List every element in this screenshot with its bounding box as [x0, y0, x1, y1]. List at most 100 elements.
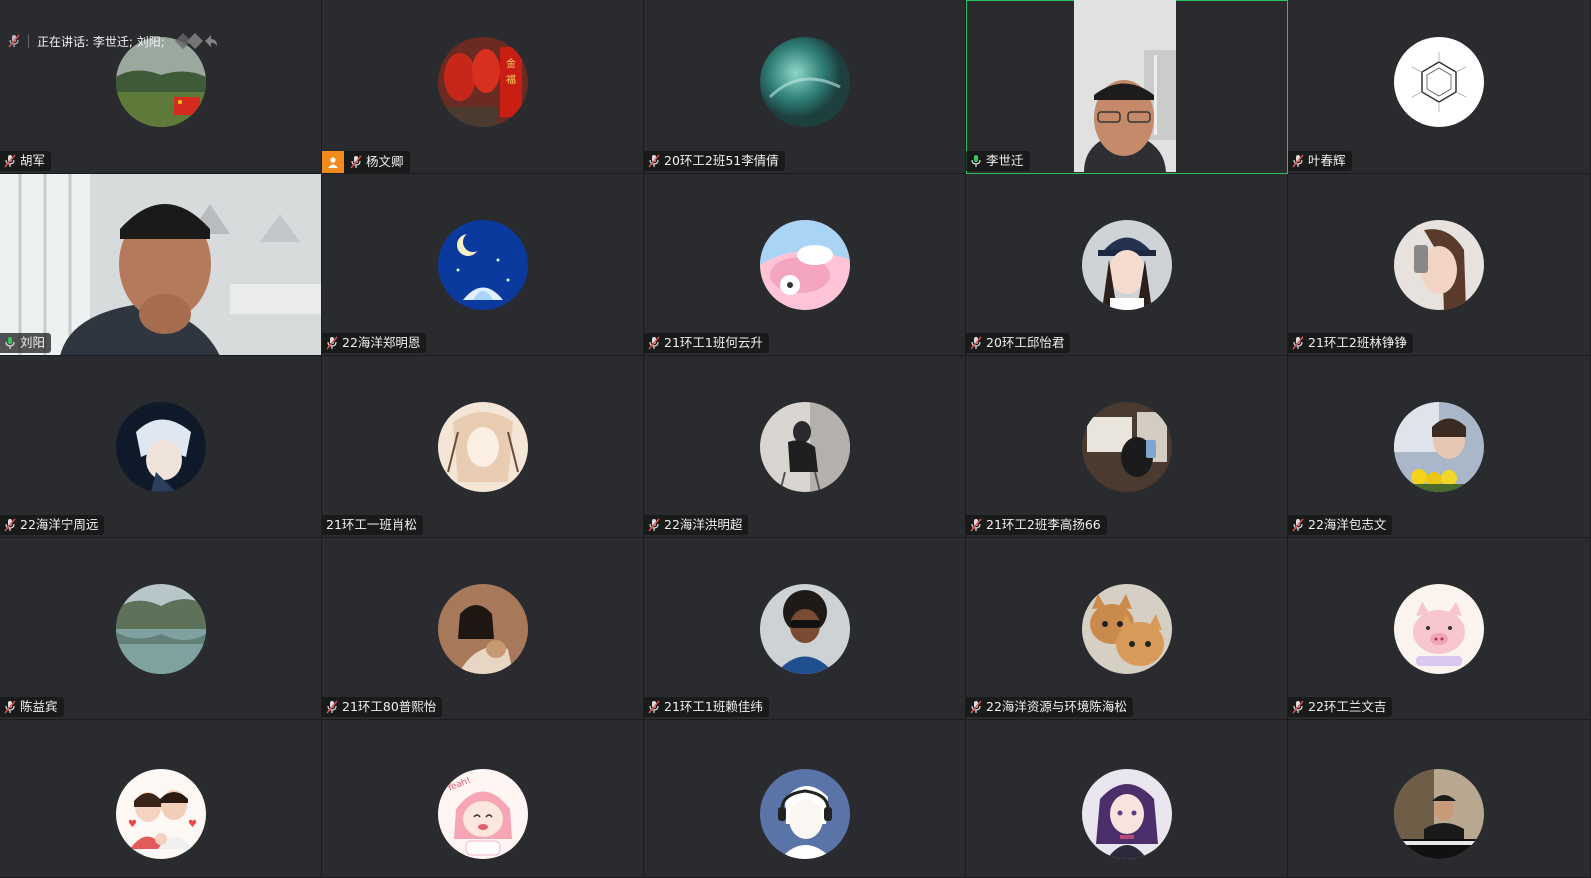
participant-name-bar: 21环工1班赖佳纬: [644, 697, 769, 717]
participant-tile[interactable]: 22海洋资源与环境陈海松: [966, 538, 1288, 720]
svg-text:福: 福: [506, 73, 516, 86]
participant-name: 22海洋洪明超: [664, 517, 743, 532]
avatar: [759, 768, 850, 859]
mic-muted-icon: [4, 518, 16, 532]
participant-tile[interactable]: 21环工2班李高扬66: [966, 356, 1288, 538]
mic-muted-icon: [350, 155, 362, 169]
participant-tile[interactable]: 22海洋郑明恩: [322, 174, 644, 356]
participant-name: 22海洋宁周远: [20, 517, 99, 532]
participant-name-bar: 22环工兰文吉: [1288, 697, 1393, 717]
participant-name-bar: 20环工邱怡君: [966, 333, 1071, 353]
participant-name-bar: 21环工一班肖松: [322, 515, 423, 535]
participant-tile[interactable]: [1288, 720, 1591, 878]
avatar: [115, 401, 206, 492]
avatar: [759, 583, 850, 674]
participant-name: 刘阳: [20, 335, 46, 350]
mic-muted-icon: [4, 154, 16, 168]
mic-muted-icon: [1292, 154, 1304, 168]
mic-active-icon: [970, 154, 982, 168]
avatar: Yeah!: [437, 768, 528, 859]
participant-tile[interactable]: 20环工2班51李倩倩: [644, 0, 966, 174]
participant-tile[interactable]: 叶春辉: [1288, 0, 1591, 174]
participant-tile[interactable]: 刘阳: [0, 174, 322, 356]
avatar: [1394, 36, 1484, 127]
speaking-label: 正在讲话: 李世迁; 刘阳;: [37, 34, 165, 49]
avatar: [1081, 219, 1172, 310]
avatar: [437, 583, 528, 674]
participant-name: 21环工2班林铮铮: [1308, 335, 1407, 350]
svg-text:♥: ♥: [128, 819, 137, 830]
avatar: 金福: [437, 36, 528, 127]
participant-name-bar: 刘阳: [0, 333, 52, 353]
svg-text:♥: ♥: [188, 819, 197, 830]
participant-name-bar: 22海洋资源与环境陈海松: [966, 697, 1133, 717]
participant-name: 叶春辉: [1308, 153, 1346, 168]
mic-muted-icon: [1292, 700, 1304, 714]
participant-tile-active-speaker[interactable]: 李世迁: [966, 0, 1288, 174]
avatar: [1394, 401, 1484, 492]
mic-active-icon: [4, 336, 16, 350]
avatar: [1081, 401, 1172, 492]
participant-video: [0, 174, 321, 355]
participant-name-bar: 22海洋包志文: [1288, 515, 1393, 535]
avatar: [1081, 768, 1172, 859]
participant-name-bar: 21环工80普熙怡: [322, 697, 443, 717]
participant-tile[interactable]: 20环工邱怡君: [966, 174, 1288, 356]
avatar: [759, 401, 850, 492]
participant-name: 22海洋资源与环境陈海松: [986, 699, 1127, 714]
participant-name: 20环工2班51李倩倩: [664, 153, 779, 168]
participant-name: 陈益宾: [20, 699, 58, 714]
video-grid: 正在讲话: 李世迁; 刘阳; 胡军 金福 杨文卿 20环工2班51李倩倩 李世迁…: [0, 0, 1591, 878]
mic-muted-icon: [970, 336, 982, 350]
participant-name-bar: 21环工2班林铮铮: [1288, 333, 1413, 353]
participant-name: 李世迁: [986, 153, 1024, 168]
mic-muted-icon: [4, 700, 16, 714]
host-icon: [322, 151, 344, 173]
mic-muted-icon: [326, 336, 338, 350]
mic-muted-icon: [648, 154, 660, 168]
participant-name-bar: 22海洋洪明超: [644, 515, 749, 535]
participant-tile[interactable]: 21环工1班何云升: [644, 174, 966, 356]
participant-name-bar: 胡军: [0, 151, 52, 171]
mic-muted-icon: [1292, 518, 1304, 532]
avatar: [437, 401, 528, 492]
participant-tile[interactable]: 21环工2班林铮铮: [1288, 174, 1591, 356]
participant-tile[interactable]: [966, 720, 1288, 878]
participant-name: 21环工1班何云升: [664, 335, 763, 350]
participant-tile[interactable]: 22海洋洪明超: [644, 356, 966, 538]
participant-tile[interactable]: 陈益宾: [0, 538, 322, 720]
layout-arrows-icon[interactable]: [173, 32, 217, 50]
avatar: [1081, 583, 1172, 674]
participant-name: 杨文卿: [366, 154, 404, 169]
mic-muted-icon: [648, 518, 660, 532]
participant-name: 22环工兰文吉: [1308, 699, 1387, 714]
participant-name-bar: 21环工2班李高扬66: [966, 515, 1107, 535]
participant-tile[interactable]: Yeah!: [322, 720, 644, 878]
participant-tile[interactable]: [644, 720, 966, 878]
participant-tile[interactable]: 21环工1班赖佳纬: [644, 538, 966, 720]
mic-muted-icon: [326, 700, 338, 714]
participant-tile[interactable]: 正在讲话: 李世迁; 刘阳; 胡军: [0, 0, 322, 174]
participant-name-bar: 21环工1班何云升: [644, 333, 769, 353]
mic-muted-icon: [970, 700, 982, 714]
participant-name: 胡军: [20, 153, 46, 168]
avatar: [1394, 768, 1484, 859]
participant-video: [1074, 0, 1176, 172]
avatar: [759, 36, 850, 127]
participant-tile[interactable]: 金福 杨文卿: [322, 0, 644, 174]
participant-tile[interactable]: ♥ ♥: [0, 720, 322, 878]
participant-tile[interactable]: 22海洋宁周远: [0, 356, 322, 538]
participant-name-bar: 22海洋郑明恩: [322, 333, 427, 353]
participant-name-bar: 22海洋宁周远: [0, 515, 105, 535]
participant-tile[interactable]: 22海洋包志文: [1288, 356, 1591, 538]
speaking-indicator: 正在讲话: 李世迁; 刘阳;: [8, 30, 217, 52]
participant-name-bar: 叶春辉: [1288, 151, 1352, 171]
participant-tile[interactable]: 21环工80普熙怡: [322, 538, 644, 720]
avatar: [115, 583, 206, 674]
svg-text:金: 金: [506, 57, 516, 70]
participant-name-bar: 李世迁: [966, 151, 1030, 171]
participant-tile[interactable]: 22环工兰文吉: [1288, 538, 1591, 720]
participant-tile[interactable]: 21环工一班肖松: [322, 356, 644, 538]
participant-name: 22海洋郑明恩: [342, 335, 421, 350]
participant-name-bar: 20环工2班51李倩倩: [644, 151, 785, 171]
